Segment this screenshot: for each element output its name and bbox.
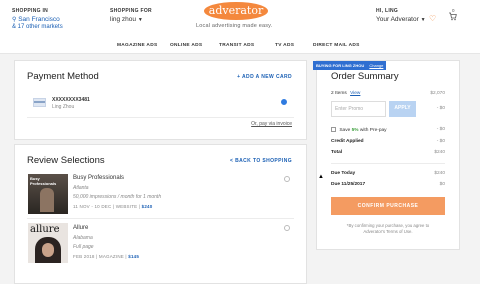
summary-divider <box>331 163 445 164</box>
adverator-logo[interactable]: adverator <box>204 2 268 20</box>
review-title: Review Selections <box>27 155 105 166</box>
shopping-for-value[interactable]: ling zhou ▼ <box>110 16 152 23</box>
item-detail: Full page <box>73 244 94 250</box>
account-menu[interactable]: Your Adverator ▼ <box>376 16 426 23</box>
terms-notice: *By confirming your purchase, you agree … <box>317 223 459 235</box>
thumbnail-title: allure <box>30 224 60 235</box>
item-location: Atlanta <box>73 185 89 191</box>
shopping-in-block[interactable]: SHOPPING IN ⚲ San Francisco & 17 other m… <box>12 8 63 30</box>
tagline: Local advertising made easy. <box>196 23 273 29</box>
item-price: $240 <box>141 204 153 209</box>
item-thumbnail[interactable]: allure <box>28 223 68 263</box>
shopping-in-caption: SHOPPING IN <box>12 8 49 14</box>
nav-direct-mail-ads[interactable]: DIRECT MAIL ADS <box>313 43 360 48</box>
items-value: $2,070 <box>430 91 445 96</box>
payment-method-card: Payment Method + ADD A NEW CARD XXXXXXXX… <box>14 60 307 140</box>
item-name: Busy Professionals <box>73 175 125 181</box>
view-items-link[interactable]: View <box>350 91 360 96</box>
cursor-icon: ▲ <box>318 174 324 180</box>
pay-via-invoice-link[interactable]: Or, pay via invoice <box>251 121 292 127</box>
cart-icon[interactable]: 0 <box>448 8 457 23</box>
location-pin-icon: ⚲ <box>12 17 17 23</box>
change-buyer-link[interactable]: Change <box>369 63 383 68</box>
item-thumbnail[interactable]: Busy Professionals <box>28 174 68 214</box>
confirm-purchase-button[interactable]: CONFIRM PURCHASE <box>331 197 445 215</box>
review-selections-card: Review Selections < BACK TO SHOPPING Bus… <box>14 144 307 284</box>
card-number: XXXXXXXX3481 <box>52 97 90 103</box>
item-detail: 50,000 impressions / month for 1 month <box>73 194 162 200</box>
item-location: Alabama <box>73 235 93 241</box>
credit-label: Credit Applied <box>331 139 364 144</box>
buying-for-banner: BUYING FOR LING ZHOU Change <box>313 61 387 70</box>
thumbnail-title: Busy Professionals <box>30 176 57 186</box>
order-summary-title: Order Summary <box>331 71 399 82</box>
due-today-label: Due Today <box>331 171 356 176</box>
back-to-shopping-link[interactable]: < BACK TO SHOPPING <box>230 158 292 164</box>
total-value: $240 <box>434 150 445 155</box>
shopping-for-block[interactable]: SHOPPING FOR ling zhou ▼ <box>110 8 152 23</box>
greeting-caption: HI, LING <box>376 8 399 14</box>
nav-tv-ads[interactable]: TV ADS <box>275 43 294 48</box>
payment-divider <box>27 117 294 118</box>
total-label: Total <box>331 150 343 155</box>
nav-online-ads[interactable]: ONLINE ADS <box>170 43 202 48</box>
item-meta: 11 NOV - 10 DEC | WEBSITE | $240 <box>73 204 153 209</box>
payment-title: Payment Method <box>27 71 99 82</box>
site-header: SHOPPING IN ⚲ San Francisco & 17 other m… <box>0 0 480 54</box>
item-select-radio[interactable] <box>284 176 290 182</box>
prepay-checkbox[interactable] <box>331 127 336 132</box>
items-divider <box>27 218 294 219</box>
shopping-for-caption: SHOPPING FOR <box>110 8 152 14</box>
item-meta: FEB 2018 | MAGAZINE | $145 <box>73 254 140 259</box>
card-name: Ling Zhou <box>52 104 75 110</box>
prepay-option[interactable]: Save 5% with Pre-pay <box>331 127 387 133</box>
item-select-radio[interactable] <box>284 225 290 231</box>
other-markets-link[interactable]: & 17 other markets <box>12 24 63 30</box>
account-block[interactable]: HI, LING Your Adverator ▼ <box>376 8 426 23</box>
chevron-down-icon: ▼ <box>420 17 426 23</box>
add-card-link[interactable]: + ADD A NEW CARD <box>237 74 292 80</box>
items-count: 2 Items View <box>331 91 361 96</box>
terms-of-use-link[interactable]: Adverator's Terms of Use. <box>317 229 459 235</box>
nav-transit-ads[interactable]: TRANSIT ADS <box>219 43 254 48</box>
prepay-value: - $0 <box>436 127 445 132</box>
card-select-radio[interactable] <box>281 99 287 105</box>
heart-icon[interactable]: ♡ <box>429 14 436 23</box>
cart-count: 0 <box>452 8 455 13</box>
due-later-value: $0 <box>439 182 445 187</box>
due-later-label: Due 11/25/2017 <box>331 182 366 187</box>
chevron-down-icon: ▼ <box>137 17 143 23</box>
item-price: $145 <box>128 254 140 259</box>
nav-magazine-ads[interactable]: MAGAZINE ADS <box>117 43 157 48</box>
item-name: Allure <box>73 225 89 231</box>
order-summary-card: BUYING FOR LING ZHOU Change Order Summar… <box>313 60 460 250</box>
promo-input[interactable]: Enter Promo <box>331 101 386 117</box>
promo-value: - $0 <box>436 106 445 111</box>
location-value[interactable]: ⚲ San Francisco <box>12 16 63 23</box>
credit-value: - $0 <box>436 139 445 144</box>
apply-promo-button[interactable]: APPLY <box>389 101 416 117</box>
due-today-value: $240 <box>434 171 445 176</box>
credit-card-icon <box>33 98 46 107</box>
